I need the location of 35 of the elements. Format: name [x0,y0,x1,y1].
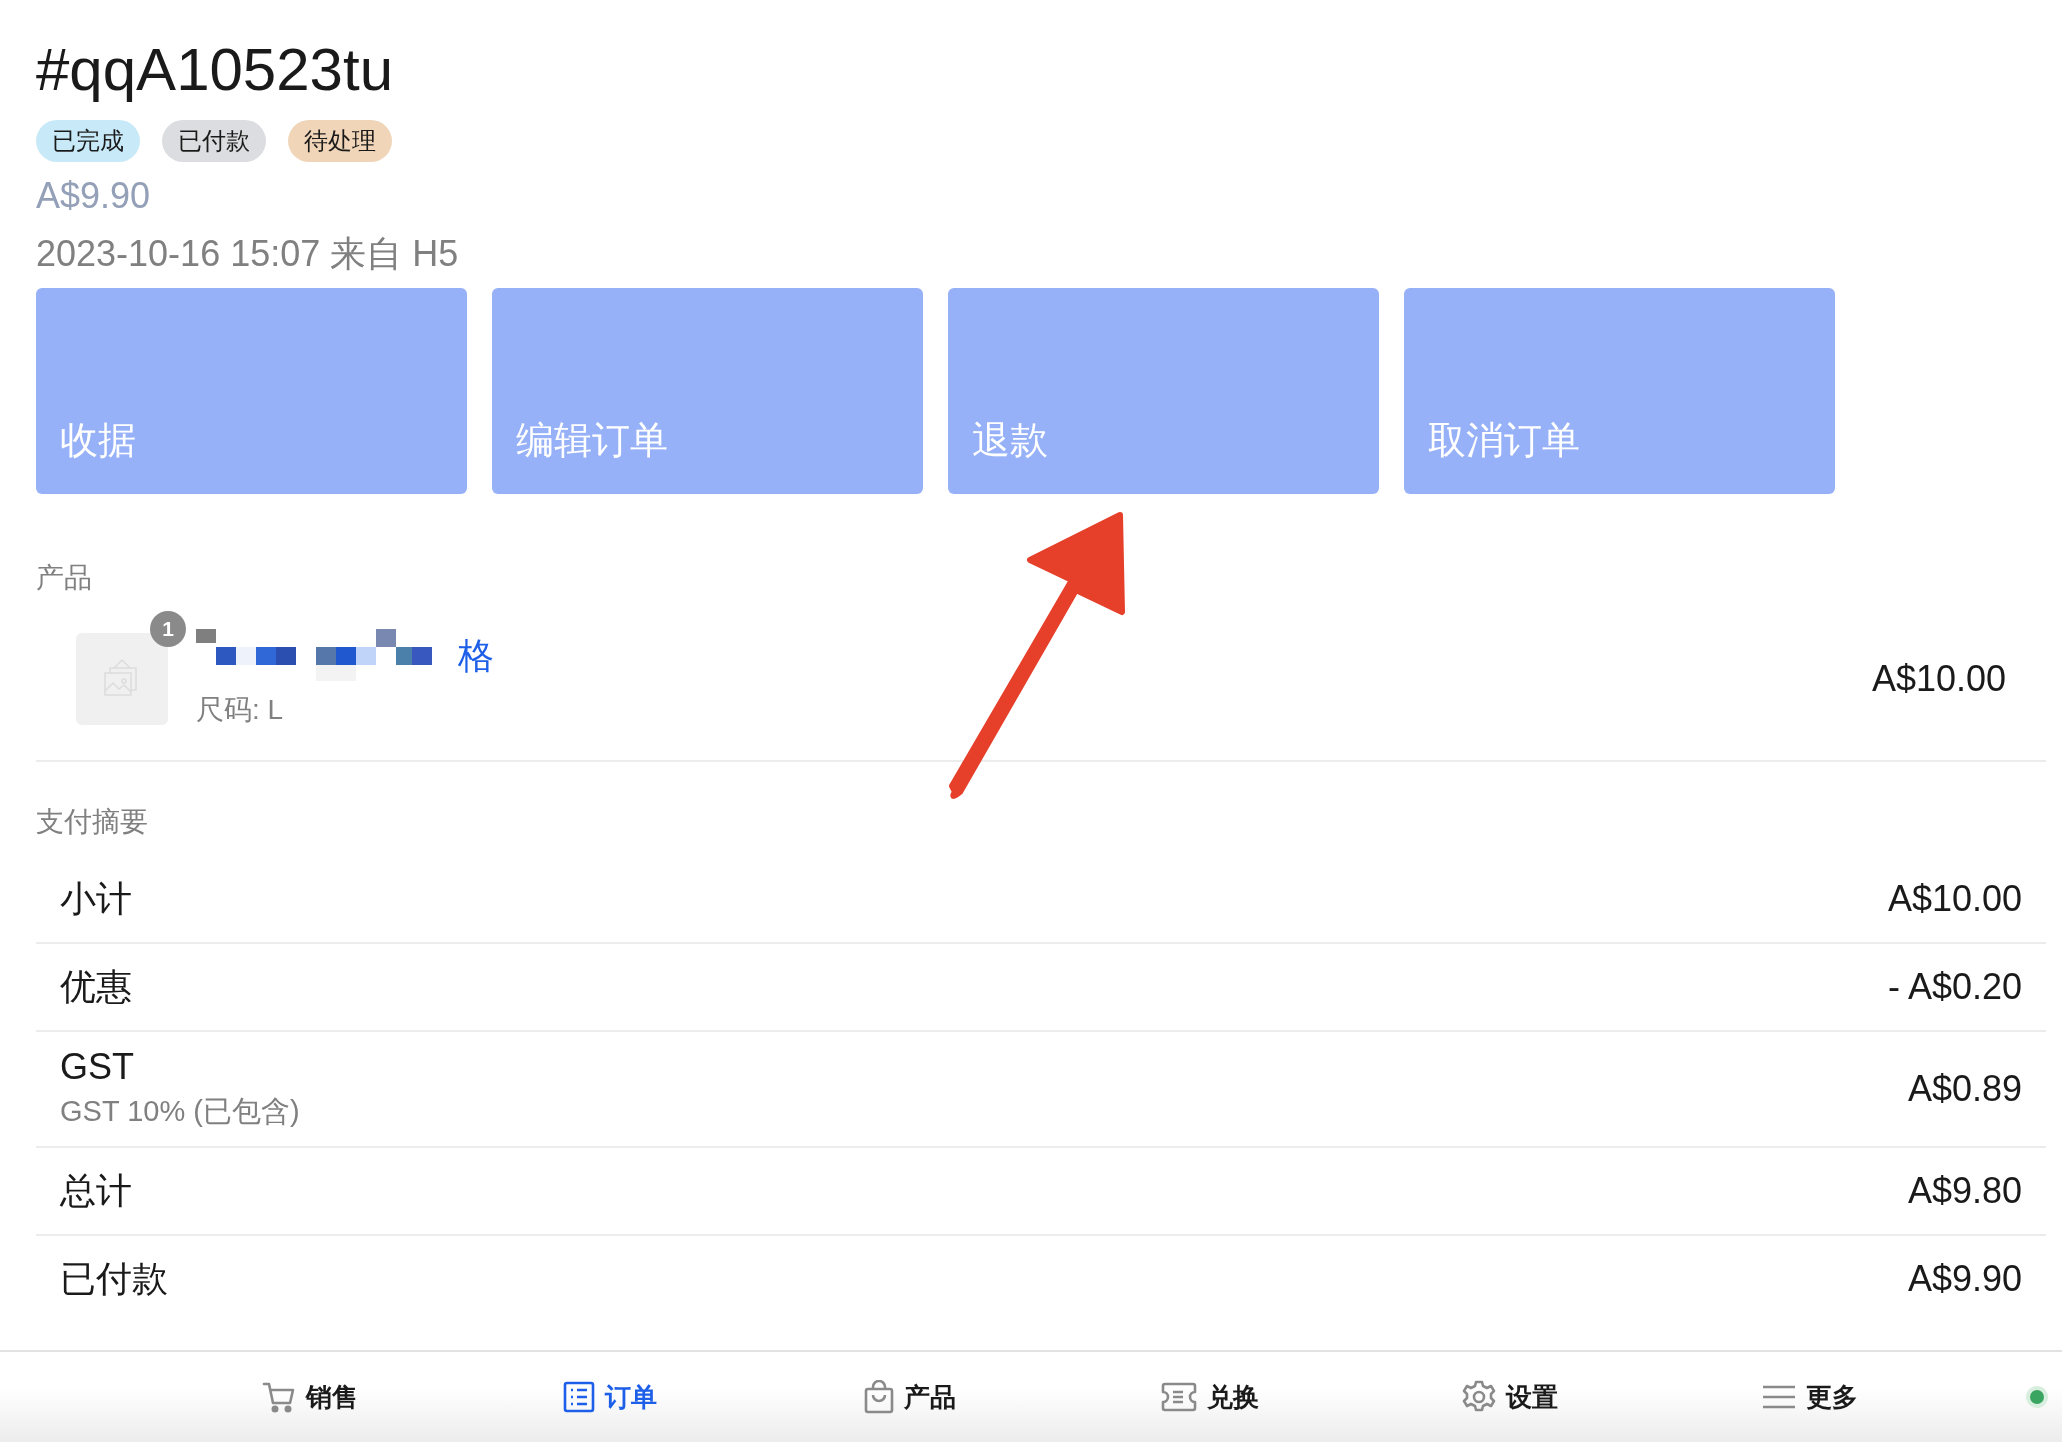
summary-value: A$9.90 [1907,1258,2022,1300]
summary-label: GST [60,1046,135,1088]
list-icon [563,1381,595,1413]
summary-value: - A$0.20 [1887,966,2022,1008]
summary-label: 总计 [60,1168,132,1213]
quantity-badge: 1 [150,611,186,647]
summary-value: A$0.89 [1907,1068,2022,1110]
status-tag: 已付款 [162,120,266,162]
ticket-icon [1161,1382,1197,1412]
status-tag: 已完成 [36,120,140,162]
summary-label: 优惠 [60,964,132,1009]
nav-tab[interactable]: 设置 [1360,1379,1660,1415]
summary-label: 已付款 [60,1256,168,1301]
summary-label: 小计 [60,876,132,921]
product-price: A$10.00 [1871,658,2006,700]
order-total: A$9.90 [36,174,152,218]
bag-icon [864,1380,894,1414]
order-number: #qqA10523tu [36,35,394,105]
nav-tab[interactable]: 产品 [760,1379,1060,1415]
settings-icon [1462,1380,1496,1414]
nav-tab[interactable]: 更多 [1660,1379,1960,1415]
status-tag: 待处理 [288,120,392,162]
cart-icon [262,1381,296,1413]
product-option: 尺码: L [196,691,494,729]
nav-tab[interactable]: 订单 [460,1379,760,1415]
product-name: 格 [458,633,494,678]
summary-value: A$10.00 [1887,878,2022,920]
summary-value: A$9.80 [1907,1170,2022,1212]
order-date: 2023-10-16 15:07 来自 H5 [36,232,460,276]
summary-note: GST 10% (已包含) [60,1094,300,1129]
nav-tab[interactable]: 兑换 [1060,1379,1360,1415]
section-heading: 产品 [36,561,93,595]
menu-icon [1762,1384,1796,1410]
nav-tab[interactable]: 销售 [160,1379,460,1415]
section-heading: 支付摘要 [36,805,149,839]
